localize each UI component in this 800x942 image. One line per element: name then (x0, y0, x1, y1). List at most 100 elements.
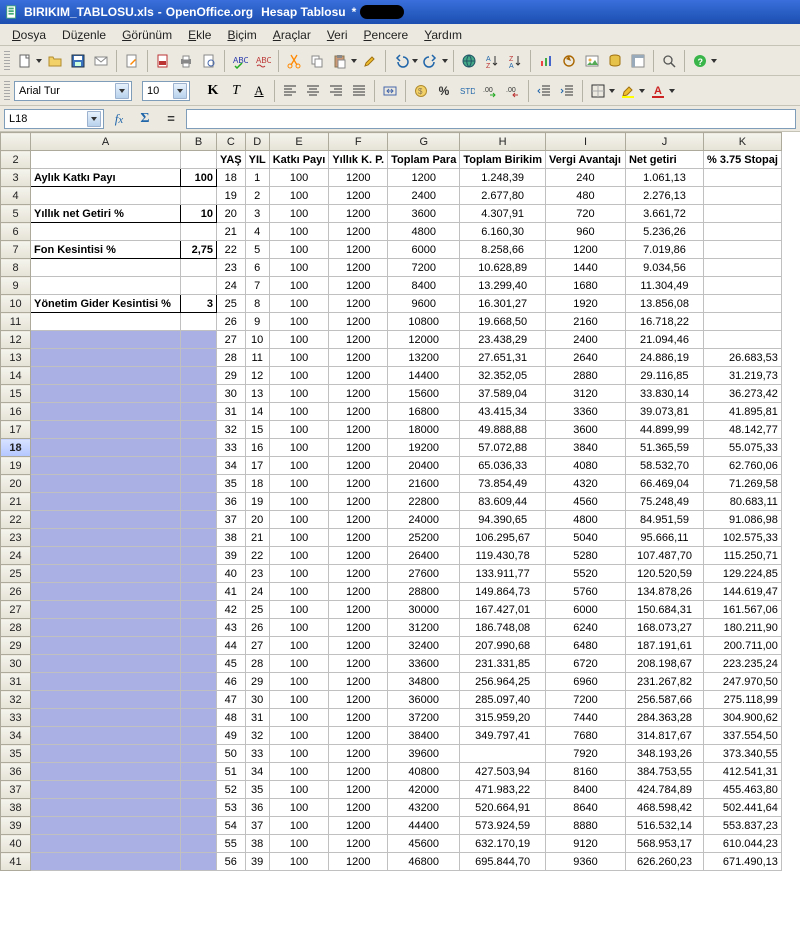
cell[interactable] (460, 745, 546, 763)
cell[interactable]: 1200 (388, 169, 460, 187)
cell[interactable]: 36000 (388, 691, 460, 709)
cell[interactable]: 1920 (545, 295, 625, 313)
cell[interactable] (181, 385, 217, 403)
cell[interactable] (31, 673, 181, 691)
cell[interactable] (181, 367, 217, 385)
cell[interactable]: 1200 (329, 853, 388, 871)
cell[interactable]: 231.267,82 (625, 673, 703, 691)
edit-doc-button[interactable] (121, 50, 143, 72)
cell[interactable]: 22 (217, 241, 246, 259)
column-headers[interactable]: A B C D E F G H I J K (1, 133, 782, 151)
cell[interactable]: 1200 (329, 439, 388, 457)
cell[interactable] (181, 799, 217, 817)
cell[interactable] (31, 187, 181, 205)
cell[interactable]: 671.490,13 (703, 853, 781, 871)
cell[interactable]: 8880 (545, 817, 625, 835)
cell[interactable] (703, 331, 781, 349)
cell[interactable] (181, 403, 217, 421)
cell[interactable]: 8160 (545, 763, 625, 781)
cell[interactable]: 73.854,49 (460, 475, 546, 493)
cell[interactable] (31, 619, 181, 637)
cell[interactable]: 41 (217, 583, 246, 601)
cell[interactable]: 1200 (329, 349, 388, 367)
row-header[interactable]: 28 (1, 619, 31, 637)
row-header[interactable]: 39 (1, 817, 31, 835)
cell[interactable]: 29 (245, 673, 269, 691)
cell[interactable]: 2,75 (181, 241, 217, 259)
col-header[interactable]: F (329, 133, 388, 151)
cell[interactable]: 5040 (545, 529, 625, 547)
save-button[interactable] (67, 50, 89, 72)
fontcolor-button[interactable]: A (647, 80, 669, 102)
cell[interactable]: 100 (269, 223, 329, 241)
cell[interactable]: 26400 (388, 547, 460, 565)
cell[interactable]: 8400 (545, 781, 625, 799)
cell[interactable]: 16800 (388, 403, 460, 421)
row-header[interactable]: 30 (1, 655, 31, 673)
cell[interactable]: 102.575,33 (703, 529, 781, 547)
cell[interactable]: 48.142,77 (703, 421, 781, 439)
open-button[interactable] (44, 50, 66, 72)
cell[interactable]: 38 (245, 835, 269, 853)
cell[interactable]: 34 (245, 763, 269, 781)
menu-help[interactable]: Yardım (416, 26, 470, 44)
cell[interactable] (181, 583, 217, 601)
cell[interactable]: 18 (245, 475, 269, 493)
cell[interactable]: 2 (245, 187, 269, 205)
cell[interactable] (181, 835, 217, 853)
bgcolor-dropdown[interactable] (638, 89, 646, 93)
cell[interactable] (181, 187, 217, 205)
cell[interactable]: Vergi Avantajı (545, 151, 625, 169)
cell[interactable]: 28800 (388, 583, 460, 601)
currency-button[interactable]: $ (410, 80, 432, 102)
cell[interactable]: 29 (217, 367, 246, 385)
cell[interactable]: 54 (217, 817, 246, 835)
cell[interactable]: 9360 (545, 853, 625, 871)
cell[interactable]: 1200 (329, 493, 388, 511)
cell[interactable]: 100 (269, 835, 329, 853)
align-right-button[interactable] (325, 80, 347, 102)
cell[interactable]: 5280 (545, 547, 625, 565)
cell[interactable]: Net getiri (625, 151, 703, 169)
cell[interactable]: 8 (245, 295, 269, 313)
cell[interactable]: 256.587,66 (625, 691, 703, 709)
cell[interactable]: 1.061,13 (625, 169, 703, 187)
select-all-corner[interactable] (1, 133, 31, 151)
cell[interactable]: 7.019,86 (625, 241, 703, 259)
cell[interactable] (181, 475, 217, 493)
row-header[interactable]: 33 (1, 709, 31, 727)
cell[interactable]: 17 (245, 457, 269, 475)
paste-dropdown[interactable] (350, 59, 358, 63)
cell[interactable]: 33.830,14 (625, 385, 703, 403)
toolbar-grip-2[interactable] (4, 81, 10, 101)
cell[interactable] (703, 169, 781, 187)
cell[interactable]: 13200 (388, 349, 460, 367)
cell[interactable]: 23.438,29 (460, 331, 546, 349)
cell[interactable] (31, 367, 181, 385)
cell[interactable]: 31 (245, 709, 269, 727)
cell[interactable]: 9 (245, 313, 269, 331)
cell[interactable]: 91.086,98 (703, 511, 781, 529)
cell[interactable] (31, 565, 181, 583)
cell[interactable]: 28 (217, 349, 246, 367)
cell[interactable]: 100 (269, 853, 329, 871)
row-header[interactable]: 3 (1, 169, 31, 187)
cell[interactable]: 720 (545, 205, 625, 223)
cell[interactable]: 1.248,39 (460, 169, 546, 187)
cell[interactable]: 33 (217, 439, 246, 457)
cell[interactable]: 133.911,77 (460, 565, 546, 583)
cell[interactable]: 19 (217, 187, 246, 205)
paste-button[interactable] (329, 50, 351, 72)
cell[interactable]: 424.784,89 (625, 781, 703, 799)
cell[interactable]: 45 (217, 655, 246, 673)
cell[interactable]: 27 (245, 637, 269, 655)
cell[interactable]: 100 (269, 187, 329, 205)
cell[interactable]: 47 (217, 691, 246, 709)
cell[interactable]: 384.753,55 (625, 763, 703, 781)
hyperlink-button[interactable] (458, 50, 480, 72)
cell[interactable]: 275.118,99 (703, 691, 781, 709)
cell[interactable]: 32 (217, 421, 246, 439)
decrease-indent-button[interactable] (533, 80, 555, 102)
cell[interactable] (703, 205, 781, 223)
cell[interactable]: 11.304,49 (625, 277, 703, 295)
